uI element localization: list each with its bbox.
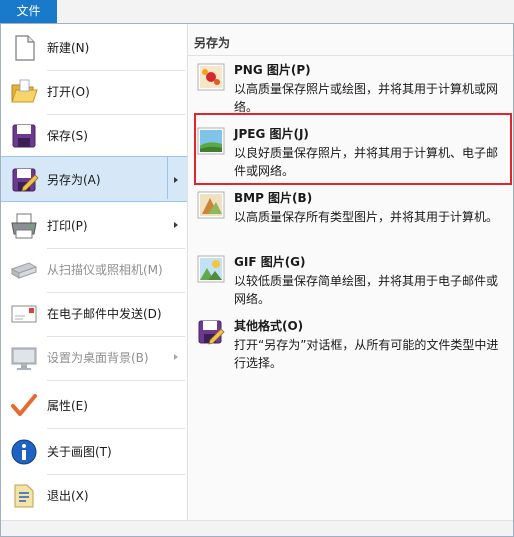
bmp-image-icon [197,191,225,219]
menu-item-label: 属性(E) [47,399,88,413]
save-as-icon [12,168,39,192]
desktop-background-icon [11,347,37,370]
save-as-gif-option[interactable]: GIF 图片(G) 以较低质量保存简单绘图，并将其用于电子邮件或网络。 [192,250,508,314]
png-image-icon [197,63,225,91]
option-title: JPEG 图片(J) [234,127,309,141]
scanner-icon [10,262,38,279]
exit-icon [14,484,34,508]
menu-item-print[interactable]: 打印(P) [1,204,187,248]
ribbon-tab-bar: 文件 [0,0,514,23]
new-page-icon [15,35,35,61]
option-title: PNG 图片(P) [234,63,311,77]
email-icon [11,305,37,323]
open-folder-icon [11,79,38,103]
save-as-other-formats-option[interactable]: 其他格式(O) 打开“另存为”对话框，从所有可能的文件类型中进行选择。 [192,314,508,378]
paint-file-menu-window: 文件 新建(N) 打开(O) 保存(S) 另存为(A) 打印(P) 从扫描仪或照… [0,0,514,537]
menu-divider [47,380,185,381]
submenu-heading: 另存为 [194,36,231,50]
other-formats-icon [198,320,225,345]
submenu-heading-divider [188,55,513,56]
menu-item-set-desktop-background: 设置为桌面背景(B) [1,336,187,380]
printer-icon [11,213,37,239]
save-as-png-option[interactable]: PNG 图片(P) 以高质量保存照片或绘图，并将其用于计算机或网络。 [192,58,508,122]
menu-item-about-paint[interactable]: 关于画图(T) [1,430,187,474]
menu-item-label: 保存(S) [47,129,88,143]
menu-item-label: 另存为(A) [47,173,101,187]
file-menu: 新建(N) 打开(O) 保存(S) 另存为(A) 打印(P) 从扫描仪或照相机(… [0,23,514,537]
option-title: 其他格式(O) [234,319,304,333]
menu-item-save-as[interactable]: 另存为(A) [1,156,187,202]
menu-item-new[interactable]: 新建(N) [1,26,187,70]
file-menu-commands: 新建(N) 打开(O) 保存(S) 另存为(A) 打印(P) 从扫描仪或照相机(… [1,24,187,520]
menu-divider [47,428,185,429]
menu-item-label: 关于画图(T) [47,445,112,459]
jpeg-image-icon [197,127,225,155]
menu-item-label: 退出(X) [47,489,89,503]
file-tab[interactable]: 文件 [0,0,57,23]
menu-item-open[interactable]: 打开(O) [1,70,187,114]
menu-item-exit[interactable]: 退出(X) [1,474,187,518]
menu-item-label: 打印(P) [47,219,88,233]
submenu-arrow-icon [174,354,178,360]
menu-item-label: 新建(N) [47,41,90,55]
menu-item-label: 在电子邮件中发送(D) [47,307,162,321]
submenu-arrow-icon [174,177,178,183]
menu-item-from-scanner: 从扫描仪或照相机(M) [1,248,187,292]
menu-item-properties[interactable]: 属性(E) [1,384,187,428]
gif-image-icon [197,255,225,283]
menu-item-label: 打开(O) [47,85,90,99]
menu-item-label: 设置为桌面背景(B) [47,351,149,365]
option-description: 以良好质量保存照片，并将其用于计算机、电子邮件或网络。 [234,146,499,178]
option-description: 以高质量保存照片或绘图，并将其用于计算机或网络。 [234,82,499,114]
save-disk-icon [12,124,36,148]
menu-bottom-strip [1,520,513,536]
option-description: 以较低质量保存简单绘图，并将其用于电子邮件或网络。 [234,274,499,306]
submenu-split-divider [167,157,168,199]
save-as-jpeg-option[interactable]: JPEG 图片(J) 以良好质量保存照片，并将其用于计算机、电子邮件或网络。 [192,122,508,186]
menu-item-send-email[interactable]: 在电子邮件中发送(D) [1,292,187,336]
save-as-bmp-option[interactable]: BMP 图片(B) 以高质量保存所有类型图片，并将其用于计算机。 [192,186,508,250]
menu-item-label: 从扫描仪或照相机(M) [47,263,163,277]
info-icon [11,439,37,465]
menu-item-save[interactable]: 保存(S) [1,114,187,158]
submenu-arrow-icon [174,222,178,228]
option-description: 以高质量保存所有类型图片，并将其用于计算机。 [234,210,499,224]
save-as-submenu: 另存为 PNG 图片(P) 以高质量保存照片或绘图，并将其用于计算机或网络。 J… [188,24,513,520]
option-title: BMP 图片(B) [234,191,313,205]
checkmark-icon [11,394,37,416]
option-description: 打开“另存为”对话框，从所有可能的文件类型中进行选择。 [234,338,499,370]
option-title: GIF 图片(G) [234,255,306,269]
